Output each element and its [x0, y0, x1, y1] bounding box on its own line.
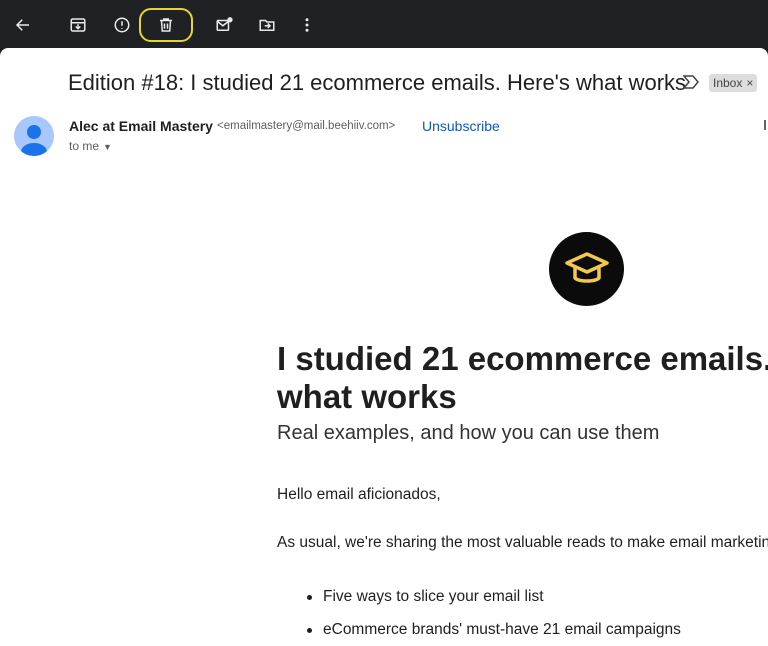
avatar: [14, 116, 54, 156]
sender-name: Alec at Email Mastery: [69, 118, 213, 134]
mark-unread-icon[interactable]: [207, 8, 241, 42]
chevron-down-icon: ▼: [103, 142, 112, 152]
reading-list: Five ways to slice your email list eComm…: [305, 588, 681, 646]
list-item: Five ways to slice your email list: [305, 588, 681, 621]
unsubscribe-link[interactable]: Unsubscribe: [422, 118, 500, 134]
more-vert-icon[interactable]: [290, 8, 324, 42]
archive-icon[interactable]: [61, 8, 95, 42]
greeting-text: Hello email aficionados,: [277, 486, 441, 503]
list-item: eCommerce brands' must-have 21 email cam…: [305, 621, 681, 646]
inbox-label-chip[interactable]: Inbox ×: [709, 74, 758, 92]
importance-marker-icon[interactable]: [682, 75, 699, 94]
graduation-cap-logo: [549, 232, 624, 306]
scrollbar[interactable]: [764, 120, 766, 130]
recipient-text: to me: [69, 139, 100, 153]
remove-label-icon[interactable]: ×: [746, 74, 753, 92]
label-text: Inbox: [713, 76, 743, 90]
arrow-left-icon[interactable]: [6, 8, 40, 42]
move-to-icon[interactable]: [250, 8, 284, 42]
newsletter-headline: I studied 21 ecommerce emails. Here's wh…: [277, 340, 768, 416]
headline-line-1: I studied 21 ecommerce emails. Here's: [277, 340, 768, 377]
report-spam-icon[interactable]: [105, 8, 139, 42]
email-reading-pane: Edition #18: I studied 21 ecommerce emai…: [0, 48, 768, 646]
sender-email: <emailmastery@mail.beehiiv.com>: [217, 120, 396, 132]
recipient-details-toggle[interactable]: to me ▼: [69, 139, 112, 153]
headline-line-2: what works: [277, 378, 457, 415]
email-toolbar: [0, 0, 768, 48]
email-subject: Edition #18: I studied 21 ecommerce emai…: [68, 70, 687, 95]
delete-highlight-ring: [139, 8, 193, 42]
newsletter-subheadline: Real examples, and how you can use them: [277, 422, 660, 444]
intro-text: As usual, we're sharing the most valuabl…: [277, 534, 768, 551]
